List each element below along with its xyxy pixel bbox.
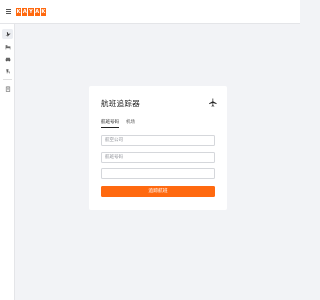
plane-icon (5, 32, 10, 37)
logo-letter: A (34, 8, 40, 16)
sidebar (0, 24, 15, 300)
logo-letter: K (16, 8, 22, 16)
date-input[interactable] (101, 168, 215, 179)
clipboard-icon (5, 86, 10, 92)
sidebar-divider (3, 79, 12, 80)
track-flight-button[interactable]: 追踪航班 (101, 186, 215, 197)
sidebar-item-vacations[interactable] (2, 66, 13, 76)
plane-icon (209, 98, 217, 107)
flight-tracker-card: 航班追踪器 航班号码 机场 追踪航班 (89, 86, 227, 210)
kayak-logo[interactable]: K A Y A K (16, 8, 46, 16)
sidebar-item-trips[interactable] (2, 84, 13, 94)
tab-flight-number[interactable]: 航班号码 (101, 119, 119, 128)
logo-letter: Y (28, 8, 34, 16)
logo-letter: K (40, 8, 46, 16)
sidebar-item-flights[interactable] (2, 29, 13, 39)
tab-airport[interactable]: 机场 (126, 119, 135, 128)
bed-icon (5, 45, 10, 50)
page-title: 航班追踪器 (101, 99, 140, 108)
menu-icon[interactable] (6, 9, 11, 14)
search-mode-tabs: 航班号码 机场 (101, 119, 135, 128)
sidebar-item-cars[interactable] (2, 54, 13, 64)
sidebar-item-hotels[interactable] (2, 42, 13, 52)
airline-input[interactable] (101, 135, 215, 146)
top-bar: K A Y A K (0, 0, 300, 24)
car-icon (5, 57, 10, 62)
flight-number-input[interactable] (101, 152, 215, 163)
logo-letter: A (22, 8, 28, 16)
beach-chair-icon (5, 69, 10, 74)
